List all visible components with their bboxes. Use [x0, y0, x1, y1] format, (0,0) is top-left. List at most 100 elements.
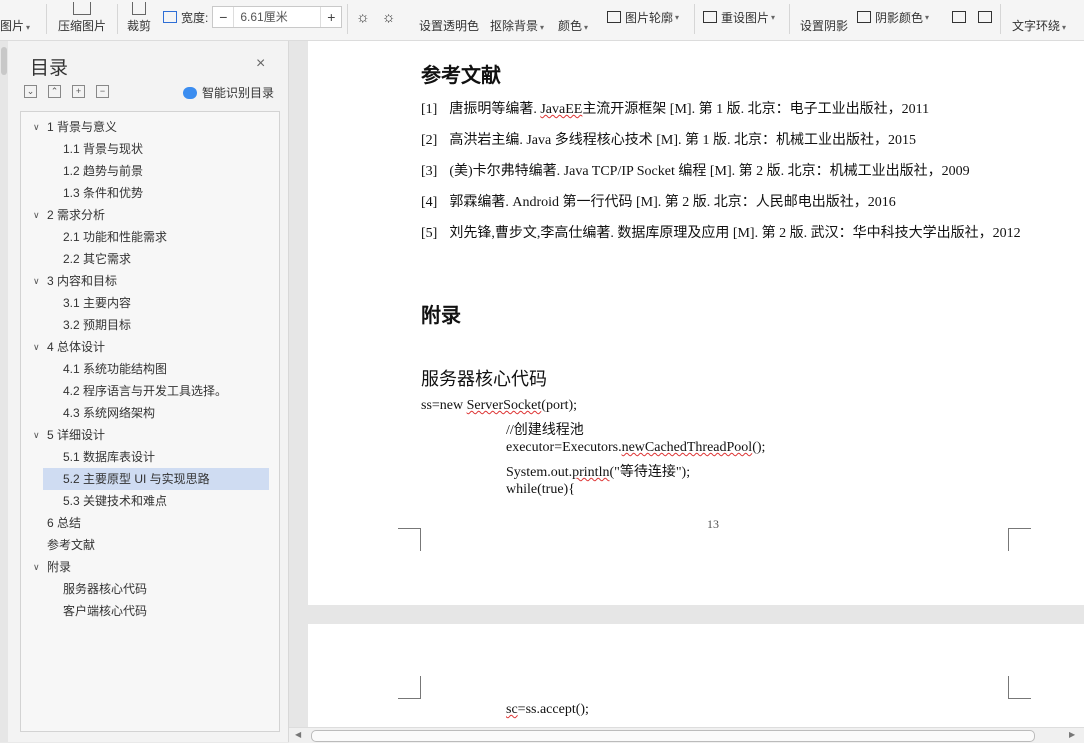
toc-item[interactable]: 6 总结	[21, 512, 279, 534]
toc-item[interactable]: 1.2 趋势与前景	[21, 160, 279, 182]
expand-chevron-icon[interactable]: ∨	[33, 204, 40, 226]
dropdown-caret-icon: ▾	[540, 23, 545, 32]
toc-title: 目录	[30, 58, 69, 79]
toc-item-label: 参考文献	[47, 538, 96, 552]
color-label: 颜色 ▾	[558, 19, 589, 33]
toc-item[interactable]: 服务器核心代码	[21, 578, 279, 600]
reference-item: [5] 刘先锋,曹步文,李高仕编著. 数据库原理及应用 [M]. 第 2 版. 武…	[421, 226, 1021, 241]
toc-item-active[interactable]: 5.2 主要原型 UI 与实现思路	[43, 468, 269, 490]
dropdown-caret-icon: ▾	[675, 12, 680, 22]
toc-panel: 目录 × ⌄ ⌃ + − 智能识别目录 ∨ 1 背景与意义 1.1 背景与现状 1.2…	[0, 41, 289, 742]
smart-recognize-icon	[183, 86, 197, 99]
toc-item[interactable]: 3.2 预期目标	[21, 314, 279, 336]
toc-item[interactable]: ∨ 4 总体设计	[21, 336, 279, 358]
smart-toc-button[interactable]: 智能识别目录	[183, 84, 274, 101]
brightness-down-icon[interactable]: ☼	[382, 9, 396, 26]
toc-item[interactable]: 4.1 系统功能结构图	[21, 358, 279, 380]
reset-picture-button[interactable]: 重设图片 ▾	[703, 6, 775, 28]
collapse-all-icon[interactable]: ⌄	[24, 85, 37, 98]
width-decrease-button[interactable]: −	[213, 7, 233, 27]
page-corner-mark	[398, 528, 421, 551]
document-area[interactable]: 参考文献 [1] 唐振明等编著. JavaEE主流开源框架 [M]. 第 1 版.…	[289, 41, 1084, 727]
scroll-left-icon[interactable]: ◀	[295, 730, 301, 739]
toc-item[interactable]: 4.3 系统网络架构	[21, 402, 279, 424]
toc-item[interactable]: ∨ 2 需求分析	[21, 204, 279, 226]
toc-item[interactable]: 1.1 背景与现状	[21, 138, 279, 160]
toc-item-label: 4 总体设计	[47, 340, 106, 354]
toc-item-label: 5 详细设计	[47, 428, 106, 442]
set-shadow-label: 设置阴影	[800, 19, 849, 33]
code-line: //创建线程池	[506, 423, 584, 438]
toc-panel-scrollbar[interactable]	[0, 41, 8, 742]
brightness-up-icon[interactable]: ☼	[356, 9, 370, 26]
toc-item[interactable]: 2.2 其它需求	[21, 248, 279, 270]
toc-item[interactable]: 3.1 主要内容	[21, 292, 279, 314]
add-heading-icon[interactable]: +	[72, 85, 85, 98]
toc-item[interactable]: 5.3 关键技术和难点	[21, 490, 279, 512]
width-value-input[interactable]: 6.61厘米	[233, 7, 322, 27]
set-transparent-button[interactable]: 设置透明色	[419, 0, 479, 34]
expand-chevron-icon[interactable]: ∨	[33, 116, 40, 138]
width-label: 宽度:	[181, 10, 209, 25]
crop-button[interactable]: 裁剪	[127, 0, 151, 34]
shadow-color-label: 阴影颜色	[875, 10, 924, 25]
document-page[interactable]: sc=ss.accept();	[308, 624, 1084, 727]
color-button[interactable]: 颜色 ▾	[558, 0, 588, 34]
horizontal-scrollbar[interactable]: ◀ ▶	[289, 727, 1084, 743]
page-corner-mark	[398, 676, 421, 699]
toc-item-label: 5.2 主要原型 UI 与实现思路	[63, 472, 210, 486]
toc-panel-scroll-thumb[interactable]	[1, 47, 7, 75]
expand-chevron-icon[interactable]: ∨	[33, 424, 40, 446]
width-stepper[interactable]: − 6.61厘米 +	[212, 6, 343, 28]
page-corner-mark	[1008, 676, 1031, 699]
toolbar-separator	[1000, 4, 1001, 34]
remove-background-button[interactable]: 抠除背景 ▾	[490, 0, 544, 34]
shadow-nudge-right-icon[interactable]	[978, 11, 992, 23]
toc-item[interactable]: 5.1 数据库表设计	[21, 446, 279, 468]
shadow-nudge-left-icon[interactable]	[952, 11, 966, 23]
expand-chevron-icon[interactable]: ∨	[33, 336, 40, 358]
expand-all-icon[interactable]: ⌃	[48, 85, 61, 98]
toc-item-label: 1.2 趋势与前景	[63, 164, 144, 178]
set-shadow-button[interactable]: 设置阴影	[800, 0, 848, 34]
outline-icon	[607, 11, 621, 23]
references-heading: 参考文献	[421, 63, 501, 87]
expand-chevron-icon[interactable]: ∨	[33, 556, 40, 578]
shadow-color-button[interactable]: 阴影颜色 ▾	[857, 6, 929, 28]
width-increase-button[interactable]: +	[321, 7, 341, 27]
toc-item[interactable]: 客户端核心代码	[21, 600, 279, 622]
picture-outline-button[interactable]: 图片轮廓 ▾	[607, 6, 679, 28]
dropdown-caret-icon: ▾	[26, 23, 31, 32]
crop-label: 裁剪	[127, 19, 152, 33]
toc-item-label: 附录	[47, 560, 72, 574]
text-wrap-button[interactable]: 文字环绕 ▾	[1012, 0, 1066, 34]
toc-item[interactable]: ∨ 5 详细设计	[21, 424, 279, 446]
reference-item: [2] 高洪岩主编. Java 多线程核心技术 [M]. 第 1 版. 北京：机械…	[421, 133, 916, 148]
compress-image-button[interactable]: 压缩图片	[58, 0, 106, 34]
toc-item-label: 5.1 数据库表设计	[63, 450, 156, 464]
expand-chevron-icon[interactable]: ∨	[33, 270, 40, 292]
image-button[interactable]: 图片 ▾	[0, 0, 30, 34]
reference-item: [3] (美)卡尔弗特编著. Java TCP/IP Socket 编程 [M].…	[421, 164, 970, 179]
toc-item[interactable]: 参考文献	[21, 534, 279, 556]
toc-item[interactable]: 2.1 功能和性能需求	[21, 226, 279, 248]
document-page[interactable]: 参考文献 [1] 唐振明等编著. JavaEE主流开源框架 [M]. 第 1 版.…	[308, 41, 1084, 605]
toc-item[interactable]: ∨ 1 背景与意义	[21, 116, 279, 138]
toc-item-label: 3.1 主要内容	[63, 296, 132, 310]
server-code-heading: 服务器核心代码	[421, 369, 547, 390]
set-transparent-label: 设置透明色	[419, 19, 480, 33]
remove-heading-icon[interactable]: −	[96, 85, 109, 98]
close-icon[interactable]: ×	[256, 55, 265, 73]
toc-item[interactable]: ∨ 附录	[21, 556, 279, 578]
horizontal-scroll-thumb[interactable]	[311, 730, 1035, 742]
toc-item-label: 客户端核心代码	[63, 604, 148, 618]
crop-icon	[132, 2, 146, 15]
toc-item[interactable]: 4.2 程序语言与开发工具选择。	[21, 380, 279, 402]
toc-item[interactable]: 1.3 条件和优势	[21, 182, 279, 204]
toc-item-label: 1.3 条件和优势	[63, 186, 144, 200]
toc-item-label: 1.1 背景与现状	[63, 142, 144, 156]
toc-item[interactable]: ∨ 3 内容和目标	[21, 270, 279, 292]
page-number: 13	[707, 517, 719, 531]
code-line: sc=ss.accept();	[506, 702, 589, 717]
scroll-right-icon[interactable]: ▶	[1069, 730, 1075, 739]
